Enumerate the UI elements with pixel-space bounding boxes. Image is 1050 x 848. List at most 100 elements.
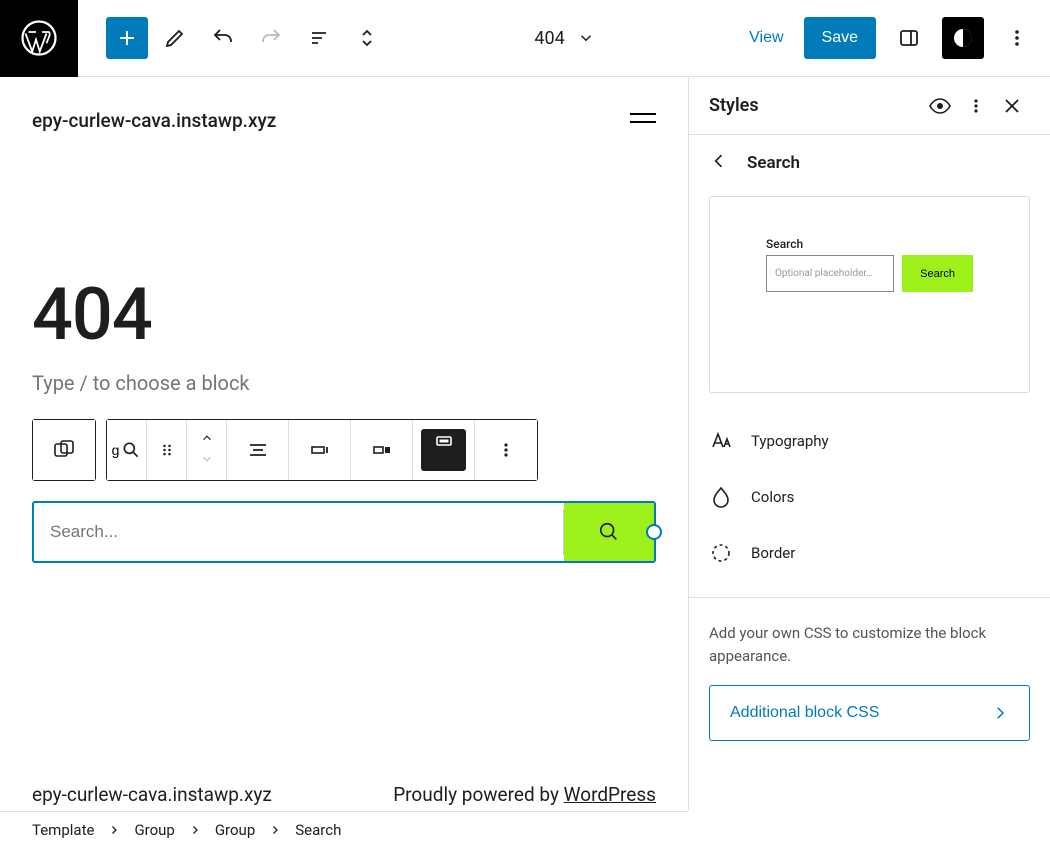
styles-panel-button[interactable] — [942, 17, 984, 59]
chevron-right-icon — [269, 824, 281, 836]
breadcrumb-item[interactable]: Group — [215, 821, 255, 839]
border-item[interactable]: Border — [689, 525, 1050, 581]
colors-label: Colors — [751, 488, 794, 506]
block-preview: Search Optional placeholder… Search — [709, 196, 1030, 393]
breadcrumb-item[interactable]: Search — [295, 821, 341, 839]
move-buttons — [187, 420, 227, 480]
hamburger-line — [630, 121, 656, 123]
more-vertical-icon — [1005, 26, 1029, 50]
styles-panel: Styles Search Search Optional placeholde… — [688, 77, 1050, 811]
more-vertical-icon — [964, 94, 988, 118]
typography-item[interactable]: Typography — [689, 413, 1050, 469]
block-toolbar-main: g — [106, 419, 538, 481]
top-toolbar: 404 View Save — [0, 0, 1050, 77]
move-down-button[interactable] — [198, 450, 216, 471]
wordpress-link[interactable]: WordPress — [564, 783, 656, 806]
options-button[interactable] — [996, 17, 1038, 59]
drag-icon — [157, 440, 177, 460]
plus-icon — [115, 26, 139, 50]
add-block-button[interactable] — [106, 17, 148, 59]
hamburger-line — [630, 113, 656, 115]
toolbar-right-group: View Save — [741, 17, 1038, 59]
styles-nav-title: Search — [747, 153, 800, 173]
save-button[interactable]: Save — [804, 17, 876, 59]
drop-icon — [709, 485, 733, 509]
list-view-button[interactable] — [298, 17, 340, 59]
border-icon — [709, 541, 733, 565]
align-button[interactable] — [227, 420, 289, 480]
styles-panel-header: Styles — [689, 77, 1050, 135]
settings-panel-button[interactable] — [888, 17, 930, 59]
undo-icon — [211, 26, 235, 50]
chevron-down-icon — [577, 29, 595, 47]
colors-item[interactable]: Colors — [689, 469, 1050, 525]
redo-button[interactable] — [250, 17, 292, 59]
chevron-right-icon — [991, 704, 1009, 722]
preview-button: Search — [902, 255, 973, 292]
document-title[interactable]: 404 — [388, 28, 741, 49]
drag-handle[interactable] — [147, 420, 187, 480]
undo-button[interactable] — [202, 17, 244, 59]
block-appender[interactable]: Type / to choose a block — [32, 371, 656, 395]
site-footer-row: epy-curlew-cava.instawp.xyz Proudly powe… — [32, 783, 656, 806]
block-options-button[interactable] — [475, 420, 537, 480]
button-style-button[interactable] — [413, 420, 475, 480]
main-area: epy-curlew-cava.instawp.xyz 404 Type / t… — [0, 77, 1050, 811]
nav-menu-button[interactable] — [630, 113, 656, 129]
doc-title-text: 404 — [534, 28, 564, 49]
sidebar-icon — [897, 26, 921, 50]
edit-tool-button[interactable] — [154, 17, 196, 59]
block-type-button[interactable]: g — [107, 420, 147, 480]
document-overview-button[interactable] — [346, 17, 388, 59]
back-button[interactable] — [709, 151, 729, 174]
pencil-icon — [163, 26, 187, 50]
typography-icon — [709, 429, 733, 453]
footer-site-title[interactable]: epy-curlew-cava.instawp.xyz — [32, 783, 272, 806]
redo-icon — [259, 26, 283, 50]
search-submit-button[interactable] — [564, 503, 654, 561]
site-header-row: epy-curlew-cava.instawp.xyz — [32, 109, 656, 132]
wordpress-icon — [21, 20, 57, 56]
page-title[interactable]: 404 — [32, 272, 656, 357]
toggle-label-button[interactable] — [289, 420, 351, 480]
button-right-icon — [370, 438, 394, 462]
block-toolbar: g — [32, 419, 656, 481]
styles-options-button[interactable] — [958, 88, 994, 124]
label-icon — [308, 438, 332, 462]
breadcrumb: Template Group Group Search — [0, 811, 688, 848]
preview-label: Search — [766, 237, 973, 251]
more-vertical-icon — [494, 438, 518, 462]
wordpress-logo[interactable] — [0, 0, 78, 77]
styles-nav: Search — [689, 135, 1050, 190]
preview-input: Optional placeholder… — [766, 255, 894, 292]
resize-handle[interactable] — [646, 524, 662, 540]
chevrons-updown-icon — [355, 26, 379, 50]
editor-content: epy-curlew-cava.instawp.xyz 404 Type / t… — [0, 77, 688, 811]
preview-row: Optional placeholder… Search — [766, 255, 973, 292]
move-up-button[interactable] — [198, 429, 216, 450]
close-panel-button[interactable] — [994, 88, 1030, 124]
align-center-icon — [246, 438, 270, 462]
group-icon — [52, 438, 76, 462]
search-block[interactable] — [32, 501, 656, 563]
parent-block-button[interactable] — [33, 420, 95, 480]
view-button[interactable]: View — [741, 21, 791, 55]
block-toolbar-parent — [32, 419, 96, 481]
search-input[interactable] — [34, 503, 563, 561]
search-icon — [598, 521, 620, 543]
chevron-right-icon — [189, 824, 201, 836]
stylebook-button[interactable] — [922, 88, 958, 124]
button-position-button[interactable] — [351, 420, 413, 480]
chevron-up-icon — [200, 431, 214, 445]
breadcrumb-item[interactable]: Group — [134, 821, 174, 839]
styles-panel-title: Styles — [709, 95, 922, 116]
footer-credit: Proudly powered by WordPress — [393, 783, 656, 806]
site-title[interactable]: epy-curlew-cava.instawp.xyz — [32, 109, 276, 132]
additional-css-button[interactable]: Additional block CSS — [709, 685, 1030, 741]
button-icon-style-icon — [432, 429, 456, 453]
list-icon — [307, 26, 331, 50]
editor-canvas: epy-curlew-cava.instawp.xyz 404 Type / t… — [0, 77, 688, 811]
toolbar-left-group — [78, 17, 388, 59]
contrast-icon — [951, 26, 975, 50]
breadcrumb-item[interactable]: Template — [32, 821, 94, 839]
